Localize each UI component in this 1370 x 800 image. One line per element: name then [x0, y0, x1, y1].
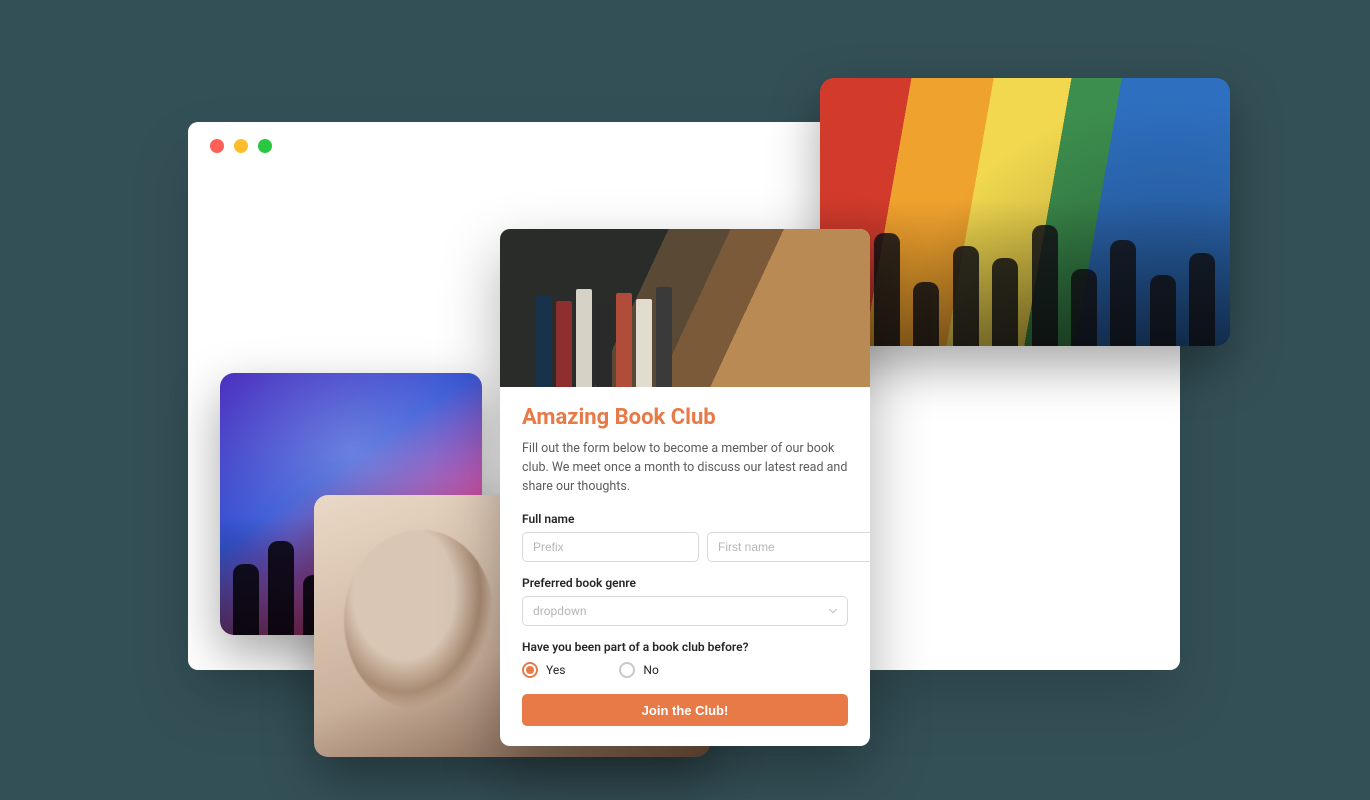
full-name-label: Full name: [522, 512, 848, 526]
form-title: Amazing Book Club: [522, 405, 848, 430]
genre-dropdown-placeholder: dropdown: [533, 604, 587, 618]
radio-yes[interactable]: Yes: [522, 662, 565, 678]
radio-no[interactable]: No: [619, 662, 658, 678]
radio-yes-icon: [522, 662, 538, 678]
form-description: Fill out the form below to become a memb…: [522, 440, 848, 496]
form-hero-image: [500, 229, 870, 387]
join-button[interactable]: Join the Club!: [522, 694, 848, 726]
signup-form-card: Amazing Book Club Fill out the form belo…: [500, 229, 870, 746]
prefix-input[interactable]: [522, 532, 699, 562]
radio-no-icon: [619, 662, 635, 678]
traffic-light-minimize-icon[interactable]: [234, 139, 248, 153]
first-name-input[interactable]: [707, 532, 870, 562]
chevron-down-icon: [828, 606, 838, 616]
radio-yes-label: Yes: [546, 663, 565, 677]
genre-dropdown[interactable]: dropdown: [522, 596, 848, 626]
radio-no-label: No: [643, 663, 658, 677]
genre-label: Preferred book genre: [522, 576, 848, 590]
photo-rainbow-crowd: [820, 78, 1230, 346]
traffic-light-close-icon[interactable]: [210, 139, 224, 153]
traffic-light-zoom-icon[interactable]: [258, 139, 272, 153]
prior-member-label: Have you been part of a book club before…: [522, 640, 848, 654]
